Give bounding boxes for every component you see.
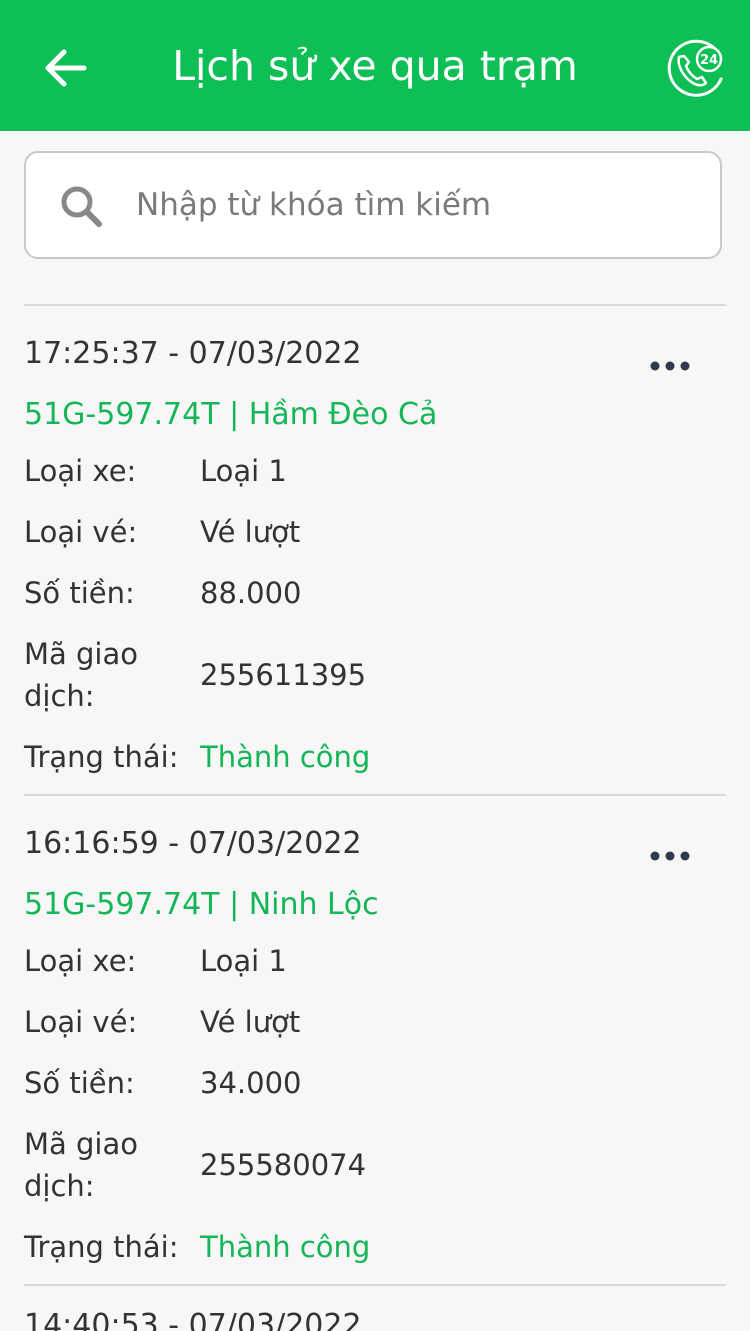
transaction-id-row: Mã giao dịch: 255611395 xyxy=(24,633,724,717)
ticket-type-label: Loại vé: xyxy=(24,1005,138,1039)
status-value: Thành công xyxy=(200,1230,371,1264)
search-input[interactable] xyxy=(136,175,696,235)
list-divider xyxy=(24,1284,726,1286)
transaction-time-partial: 14:40:53 - 07/03/2022 xyxy=(24,1308,362,1331)
transaction-id-label: Mã giao dịch: xyxy=(24,1127,138,1203)
screen: Lịch sử xe qua trạm 24 17:25:37 - 07/03/… xyxy=(0,0,750,1331)
amount-value: 34.000 xyxy=(200,1066,302,1100)
status-label: Trạng thái: xyxy=(24,740,179,774)
ticket-type-value: Vé lượt xyxy=(200,1005,301,1039)
plate-station: 51G-597.74T | Hầm Đèo Cả xyxy=(24,397,438,432)
more-dots-icon xyxy=(650,361,690,371)
arrow-left-icon xyxy=(45,49,87,87)
hotline-button[interactable]: 24 xyxy=(664,36,728,100)
vehicle-type-label: Loại xe: xyxy=(24,454,137,488)
transaction-id-row: Mã giao dịch: 255580074 xyxy=(24,1123,724,1207)
ticket-type-value: Vé lượt xyxy=(200,515,301,549)
search-box xyxy=(24,151,722,259)
vehicle-type-label: Loại xe: xyxy=(24,944,137,978)
transaction-item[interactable]: 17:25:37 - 07/03/2022 51G-597.74T | Hầm … xyxy=(0,306,750,796)
back-button[interactable] xyxy=(36,38,96,98)
phone-24-icon: 24 xyxy=(667,39,723,97)
transaction-time: 17:25:37 - 07/03/2022 xyxy=(24,336,362,371)
transaction-id-value: 255611395 xyxy=(200,658,367,692)
page-title: Lịch sử xe qua trạm xyxy=(172,42,578,90)
transaction-item[interactable]: 16:16:59 - 07/03/2022 51G-597.74T | Ninh… xyxy=(0,796,750,1286)
transaction-id-label: Mã giao dịch: xyxy=(24,637,138,713)
transaction-list[interactable]: 17:25:37 - 07/03/2022 51G-597.74T | Hầm … xyxy=(0,262,750,1331)
ticket-type-label: Loại vé: xyxy=(24,515,138,549)
amount-value: 88.000 xyxy=(200,576,302,610)
plate-station: 51G-597.74T | Ninh Lộc xyxy=(24,887,379,922)
transaction-id-value: 255580074 xyxy=(200,1148,367,1182)
more-options-button[interactable] xyxy=(640,346,700,386)
status-label: Trạng thái: xyxy=(24,1230,179,1264)
amount-label: Số tiền: xyxy=(24,1066,135,1100)
search-icon xyxy=(61,186,102,227)
hotline-badge-text: 24 xyxy=(700,53,718,68)
app-bar: Lịch sử xe qua trạm 24 xyxy=(0,0,750,131)
vehicle-type-value: Loại 1 xyxy=(200,454,287,488)
vehicle-type-value: Loại 1 xyxy=(200,944,287,978)
transaction-time: 16:16:59 - 07/03/2022 xyxy=(24,826,362,861)
more-options-button[interactable] xyxy=(640,836,700,876)
more-dots-icon xyxy=(650,851,690,861)
status-value: Thành công xyxy=(200,740,371,774)
amount-label: Số tiền: xyxy=(24,576,135,610)
